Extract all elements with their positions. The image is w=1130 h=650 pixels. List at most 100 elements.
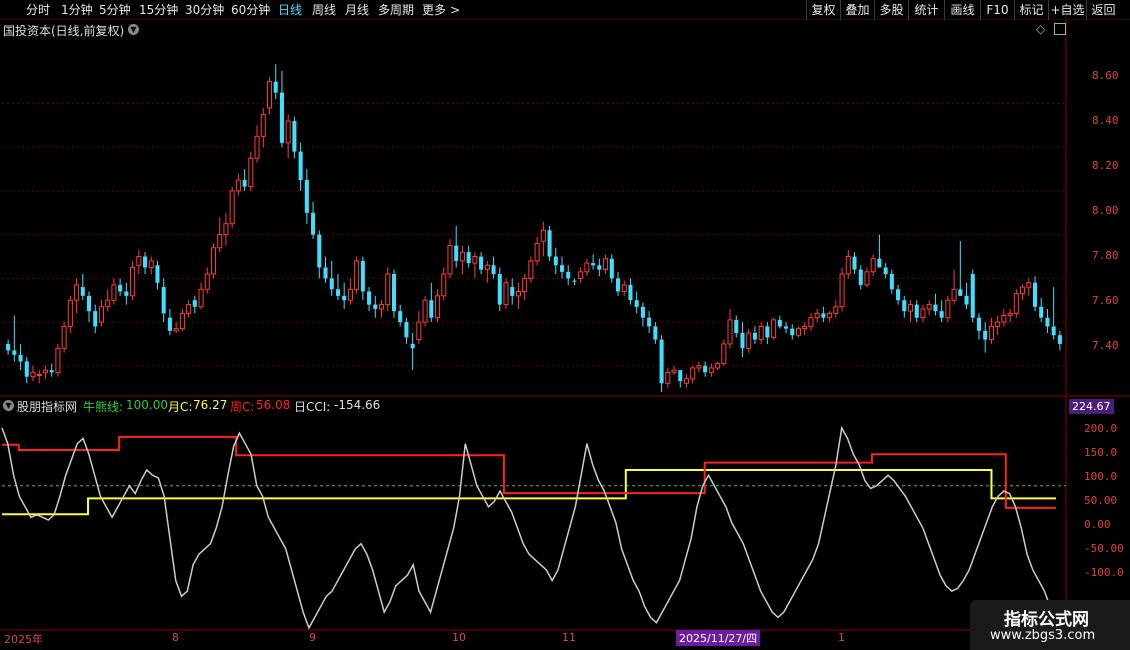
candle-body [690, 367, 696, 380]
fuquan-button[interactable]: 复权 [806, 0, 840, 20]
candle-body [466, 252, 471, 264]
candle-body [970, 274, 975, 318]
candle-body [42, 369, 48, 373]
window-toggle-icon[interactable] [1054, 23, 1066, 35]
daily-cci-label: 日CCI: [294, 400, 331, 414]
candle-body [479, 256, 484, 270]
period-tab-multi[interactable]: 多周期 [378, 2, 414, 18]
candle-body [454, 245, 459, 261]
current-value-badge: 224.67 [1069, 399, 1114, 414]
candle-body [1026, 282, 1032, 288]
candle-body [18, 354, 23, 362]
draw-line-button[interactable]: 画线 [944, 0, 980, 20]
candle-body [367, 291, 372, 305]
period-tab-5min[interactable]: 5分钟 [99, 2, 131, 18]
candle-body [640, 306, 645, 318]
candle-body [659, 339, 664, 384]
month-c-label: 月C: [168, 400, 193, 414]
period-tab-fenshi[interactable]: 分时 [26, 2, 50, 18]
watermark-url: www.zbgs3.com [990, 628, 1096, 643]
daily-cci-line [1, 425, 1057, 630]
candle-body [559, 265, 565, 272]
period-tab-more[interactable]: 更多 [422, 2, 446, 18]
candle-body [210, 247, 217, 275]
candle-body [1039, 306, 1044, 318]
chevron-down-icon[interactable]: ▼ [128, 22, 139, 36]
candle-body [1051, 326, 1056, 336]
statistics-button[interactable]: 统计 [908, 0, 944, 20]
candle-body [124, 291, 129, 296]
candle-body [1013, 293, 1019, 314]
candle-body [603, 258, 609, 271]
candle-body [342, 295, 347, 301]
period-tab-weekly[interactable]: 周线 [312, 2, 336, 18]
candle-body [80, 287, 85, 296]
period-tab-monthly[interactable]: 月线 [345, 2, 369, 18]
period-tab-daily[interactable]: 日线 [278, 2, 302, 18]
candle-body [198, 288, 204, 308]
candle-body [292, 121, 297, 152]
candle-body [510, 287, 515, 296]
diamond-icon[interactable]: ◇ [1036, 22, 1045, 36]
candle-body [771, 319, 777, 338]
candle-body [784, 326, 789, 329]
week-c-label: 周C: [230, 400, 255, 414]
candle-body [323, 267, 328, 279]
period-tab-15min[interactable]: 15分钟 [139, 2, 178, 18]
candle-body [1020, 286, 1026, 295]
f10-button[interactable]: F10 [980, 0, 1014, 20]
candle-body [889, 274, 894, 290]
period-tab-1min[interactable]: 1分钟 [61, 2, 93, 18]
candle-body [896, 289, 901, 301]
indicator-menu-icon[interactable]: ▼ [3, 398, 14, 412]
candle-body [515, 290, 521, 297]
candle-body [335, 289, 340, 296]
candle-body [360, 260, 365, 292]
candle-body [229, 190, 235, 225]
candle-body [628, 284, 633, 301]
candle-body [429, 300, 434, 318]
candle-body [472, 256, 478, 264]
candle-body [503, 282, 509, 306]
candle-body [665, 371, 671, 384]
candle-body [553, 256, 558, 266]
candle-body [130, 266, 136, 297]
candle-body [988, 325, 994, 341]
week-c-value: 56.08 [256, 398, 291, 412]
candle-body [30, 371, 36, 378]
candle-body [404, 322, 409, 338]
candle-body [653, 326, 658, 340]
candle-body [435, 295, 441, 319]
chevron-right-icon[interactable]: > [450, 2, 460, 18]
candle-body [727, 319, 733, 345]
candle-body [864, 271, 870, 286]
candle-body [795, 328, 802, 336]
watermark-title: 指标公式网 [1004, 610, 1089, 630]
overlay-button[interactable]: 叠加 [840, 0, 874, 20]
bull-bear-label: 牛熊线: [83, 400, 124, 414]
candle-body [354, 260, 360, 290]
multi-stock-button[interactable]: 多股 [874, 0, 908, 20]
candle-body [708, 367, 714, 373]
candle-body [173, 328, 179, 332]
chart-canvas[interactable] [0, 20, 1130, 650]
period-tab-60min[interactable]: 60分钟 [231, 2, 270, 18]
candle-body [683, 378, 689, 384]
candle-body [634, 300, 639, 307]
candle-body [441, 273, 447, 297]
back-button[interactable]: 返回 [1086, 0, 1120, 20]
candle-body [12, 350, 17, 355]
candle-body [235, 179, 241, 192]
candle-body [497, 274, 502, 305]
candle-body [347, 288, 353, 301]
candle-body [845, 256, 851, 275]
period-tab-30min[interactable]: 30分钟 [185, 2, 224, 18]
candle-body [204, 273, 210, 290]
candle-body [734, 319, 739, 333]
candle-body [740, 333, 745, 349]
add-watchlist-button[interactable]: +自选 [1048, 0, 1086, 20]
candle-body [143, 256, 148, 268]
candle-body [839, 273, 845, 308]
candle-body [86, 295, 92, 312]
mark-button[interactable]: 标记 [1014, 0, 1048, 20]
